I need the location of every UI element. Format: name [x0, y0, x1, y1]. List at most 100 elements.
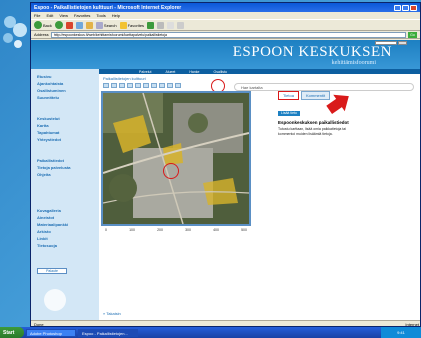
- zoom-out-icon[interactable]: [111, 83, 117, 88]
- system-tray: 9:41: [381, 327, 421, 338]
- home-icon[interactable]: [85, 21, 93, 29]
- sidebar-item[interactable]: Tapahtumat: [37, 131, 95, 135]
- maximize-button[interactable]: [402, 4, 409, 11]
- window-title: Espoo - Paikallistietojen kulttuuri - Mi…: [34, 4, 182, 11]
- map-toolbar: [103, 82, 213, 89]
- tab-info[interactable]: Tietoa: [278, 91, 299, 100]
- sidebar-item[interactable]: Materiaalipankki: [37, 223, 95, 227]
- browser-window: Espoo - Paikallistietojen kulttuuri - Mi…: [30, 2, 421, 327]
- search-icon: [95, 21, 103, 29]
- scale-tick: 0: [105, 228, 107, 232]
- site-search-button[interactable]: [398, 41, 407, 45]
- marker-icon[interactable]: [143, 83, 149, 88]
- status-bar: Done Internet: [31, 320, 420, 326]
- menu-tools[interactable]: Tools: [96, 13, 105, 18]
- left-sidebar: Etusivu Ajankohtaista Osallistuminen Suu…: [31, 69, 99, 320]
- scale-tick: 500: [241, 228, 247, 232]
- map-search-input[interactable]: Hae kartalta: [234, 83, 414, 91]
- menu-edit[interactable]: Edit: [46, 13, 53, 18]
- minimize-button[interactable]: [394, 4, 401, 11]
- menu-favorites[interactable]: Favorites: [74, 13, 90, 18]
- media-icon[interactable]: [147, 21, 155, 29]
- scale-tick: 100: [129, 228, 135, 232]
- top-nav-item[interactable]: Palvelut: [139, 70, 151, 74]
- sidebar-item[interactable]: Etusivu: [37, 75, 95, 79]
- favorites-button[interactable]: Favorites: [119, 21, 144, 29]
- sidebar-item[interactable]: Yhteystiedot: [37, 138, 95, 142]
- search-button[interactable]: Search: [95, 21, 117, 29]
- star-icon: [119, 21, 127, 29]
- sidebar-item[interactable]: Aineistot: [37, 216, 95, 220]
- forward-arrow-icon[interactable]: [54, 21, 63, 29]
- title-bar: Espoo - Paikallistietojen kulttuuri - Mi…: [31, 3, 420, 12]
- site-title: ESPOON KESKUKSEN: [232, 44, 392, 60]
- sidebar-item[interactable]: Keskustelut: [37, 117, 95, 121]
- sidebar-item[interactable]: Kuvagalleria: [37, 209, 95, 213]
- sidebar-item[interactable]: Ohjeita: [37, 173, 95, 177]
- feedback-button[interactable]: Palaute: [37, 268, 67, 274]
- print-map-icon[interactable]: [151, 83, 157, 88]
- sidebar-item[interactable]: Arkisto: [37, 230, 95, 234]
- site-banner: ESPOON KESKUKSEN kehittämisfoorumi: [31, 40, 420, 69]
- layers-icon[interactable]: [159, 83, 165, 88]
- back-link[interactable]: » Takaisin: [103, 311, 121, 316]
- main-area: Paikallistietojen kulttuuri Hae kartalta: [99, 74, 420, 320]
- top-nav-item[interactable]: Osallistu: [214, 70, 227, 74]
- nav-group-2: Keskustelut Kartta Tapahtumat Yhteystied…: [37, 117, 95, 142]
- search-label: Search: [103, 22, 117, 28]
- sidebar-item[interactable]: Linkit: [37, 237, 95, 241]
- zoom-in-icon[interactable]: [103, 83, 109, 88]
- top-nav-item[interactable]: Hanke: [189, 70, 199, 74]
- start-button[interactable]: Start: [0, 327, 24, 338]
- go-button[interactable]: Go: [408, 31, 417, 38]
- scale-tick: 400: [213, 228, 219, 232]
- nav-group-4: Kuvagalleria Aineistot Materiaalipankki …: [37, 209, 95, 248]
- help-icon[interactable]: [175, 83, 181, 88]
- sidebar-item[interactable]: Ajankohtaista: [37, 82, 95, 86]
- refresh-icon[interactable]: [75, 21, 83, 29]
- panel-description: Tutustu karttaan, lisää omia paikkatieto…: [278, 127, 346, 136]
- sidebar-item[interactable]: Suunnittelu: [37, 96, 95, 100]
- nav-group-1: Etusivu Ajankohtaista Osallistuminen Suu…: [37, 75, 95, 100]
- aerial-photo: [103, 93, 249, 224]
- taskbar-item[interactable]: Adobe Photoshop: [26, 328, 76, 337]
- selected-location-marker[interactable]: [163, 163, 179, 179]
- mail-icon[interactable]: [167, 21, 175, 29]
- breadcrumb[interactable]: Paikallistietojen kulttuuri: [103, 76, 146, 81]
- address-bar: Address http://espoonkeskus.fi/web/kehit…: [31, 31, 420, 39]
- add-info-button[interactable]: Lisää tieto: [278, 111, 300, 116]
- history-icon[interactable]: [157, 21, 165, 29]
- stop-icon[interactable]: [65, 21, 73, 29]
- menu-bar: File Edit View Favorites Tools Help: [31, 12, 420, 19]
- menu-help[interactable]: Help: [112, 13, 120, 18]
- sidebar-item[interactable]: Tietosuoja: [37, 244, 95, 248]
- menu-file[interactable]: File: [34, 13, 40, 18]
- reset-icon[interactable]: [167, 83, 173, 88]
- close-button[interactable]: [410, 4, 417, 11]
- toolbar: Back Search Favorites: [31, 19, 420, 31]
- panel-title: Espoonkeskuksen paikallistiedot: [278, 120, 349, 125]
- address-label: Address: [34, 32, 49, 37]
- nav-group-3: Paikallistiedot Tietoja palvelusta Ohjei…: [37, 159, 95, 177]
- scale-tick: 300: [185, 228, 191, 232]
- back-label: Back: [43, 22, 52, 28]
- clock: 9:41: [397, 330, 405, 335]
- measure-icon[interactable]: [127, 83, 133, 88]
- sidebar-item[interactable]: Tietoja palvelusta: [37, 166, 95, 170]
- sidebar-item[interactable]: Kartta: [37, 124, 95, 128]
- address-input[interactable]: http://espoonkeskus.fi/web/kehittamisfoo…: [50, 31, 406, 38]
- pan-icon[interactable]: [119, 83, 125, 88]
- taskbar: Start Adobe Photoshop Espoo - Paikallist…: [0, 327, 421, 338]
- top-nav-item[interactable]: Alueet: [165, 70, 175, 74]
- map-scale: 0 100 200 300 400 500: [101, 228, 251, 240]
- sidebar-item[interactable]: Paikallistiedot: [37, 159, 95, 163]
- menu-view[interactable]: View: [59, 13, 68, 18]
- pointer-arrow-icon: [326, 94, 349, 114]
- sidebar-item[interactable]: Osallistuminen: [37, 89, 95, 93]
- taskbar-item-active[interactable]: Espoo - Paikallistietojen...: [78, 328, 138, 337]
- aerial-map[interactable]: [101, 91, 251, 226]
- print-icon[interactable]: [177, 21, 185, 29]
- back-button[interactable]: Back: [34, 21, 52, 29]
- info-icon[interactable]: [135, 83, 141, 88]
- scale-tick: 200: [157, 228, 163, 232]
